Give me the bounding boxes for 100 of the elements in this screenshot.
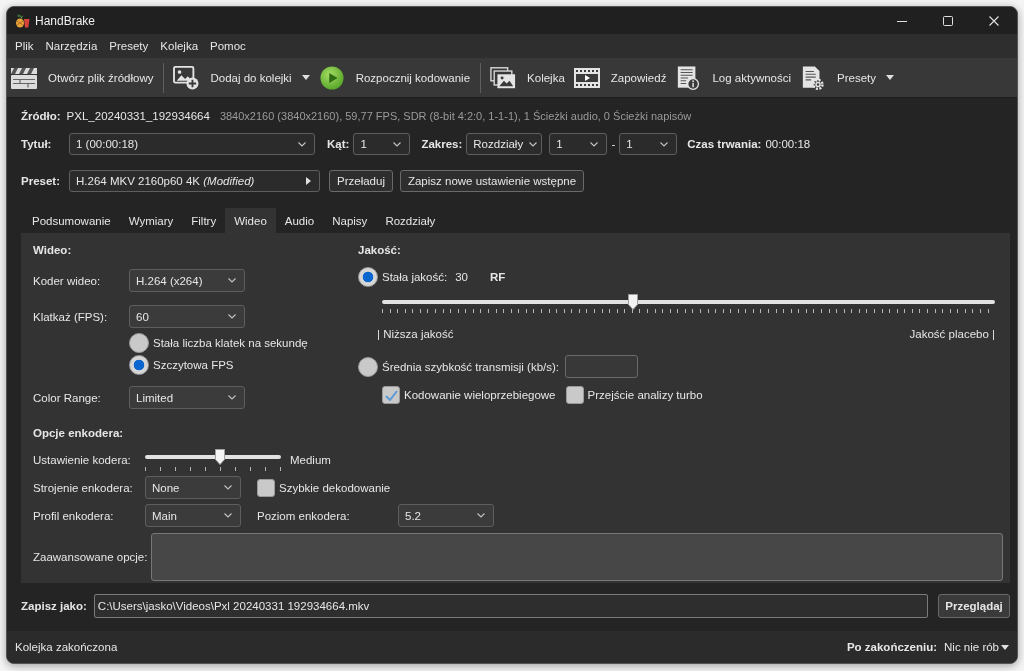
option-label: Kodowanie wieloprzebiegowe [404, 389, 556, 401]
toolbar-button[interactable]: Kolejka [486, 59, 570, 96]
toolbar-button[interactable]: Rozpocznij kodowanie [314, 59, 476, 96]
caret-down-icon [1001, 644, 1009, 650]
tab[interactable]: Audio [275, 208, 324, 233]
chevron-down-icon [228, 278, 236, 283]
section-heading: Jakość: [358, 243, 402, 258]
field-label: Klatkaż (FPS): [33, 310, 109, 323]
duration-value: 00:00:18 [765, 138, 811, 150]
tab[interactable]: Wideo [225, 208, 276, 233]
chevron-down-icon [224, 513, 232, 518]
maximize-icon [943, 15, 953, 26]
slider-thumb[interactable] [628, 294, 639, 310]
menu-item[interactable]: Pomoc [204, 37, 252, 55]
preset-button[interactable]: Przeładuj [329, 170, 393, 192]
option-label: Stała liczba klatek na sekundę [153, 337, 308, 349]
field-label: Kąt: [327, 138, 350, 150]
chevron-down-icon [393, 141, 402, 147]
toolbar-button[interactable]: Log aktywności [671, 59, 797, 96]
dropdown[interactable]: Main [145, 504, 241, 527]
caret-down-icon [886, 75, 895, 80]
field-label: Tytuł: [21, 138, 53, 150]
quality-value: 30 [455, 271, 468, 283]
slider-thumb[interactable] [214, 449, 225, 465]
document-info-icon [675, 65, 702, 90]
option-label: Stała jakość: [382, 271, 448, 283]
chevron-down-icon [529, 141, 538, 147]
clapperboard-icon [11, 65, 37, 90]
document-gear-icon [800, 65, 827, 90]
field-label: Poziom enkodera: [257, 509, 351, 522]
dropdown[interactable]: 60 [129, 305, 245, 328]
dropdown[interactable]: 1 [619, 133, 678, 155]
triangle-right-icon [306, 177, 311, 185]
field-label: Po zakończeniu: [846, 641, 938, 653]
source-name: PXL_20240331_192934664 [66, 110, 210, 122]
radio-button[interactable] [129, 333, 149, 353]
option-label: Przejście analizy turbo [587, 389, 703, 401]
menu-item[interactable]: Presety [103, 37, 155, 55]
dropdown[interactable]: 1 [549, 133, 608, 155]
caret-down-icon [301, 75, 310, 80]
chevron-down-icon [590, 141, 599, 147]
radio-button[interactable] [129, 355, 149, 375]
window-title: HandBrake [35, 13, 96, 28]
advanced-options-field[interactable] [151, 533, 1003, 581]
field-label: Źródło: [21, 110, 61, 122]
field-label: Koder wideo: [33, 274, 102, 287]
dropdown[interactable]: H.264 (x264) [129, 269, 245, 292]
field-label: Zapisz jako: [21, 600, 87, 612]
tab[interactable]: Filtry [182, 208, 226, 233]
chevron-down-icon [477, 513, 485, 518]
tab[interactable]: Napisy [323, 208, 377, 233]
tab[interactable]: Podsumowanie [23, 208, 120, 233]
checkmark-icon [384, 389, 398, 401]
chevron-down-icon [660, 141, 669, 147]
film-play-icon [573, 65, 600, 90]
scale-label: | Niższa jakość [377, 328, 454, 342]
menu-item[interactable]: Narzędzia [39, 37, 104, 55]
tab[interactable]: Wymiary [119, 208, 183, 233]
preset-selector[interactable]: H.264 MKV 2160p60 4K (Modified) [69, 170, 320, 192]
quality-unit: RF [490, 271, 506, 283]
preset-button[interactable]: Zapisz nowe ustawienie wstępne [399, 170, 585, 192]
field-label: Strojenie enkodera: [33, 481, 134, 494]
toolbar-button[interactable]: Otwórz plik źródłowy [7, 59, 159, 96]
field-label: Preset: [21, 175, 61, 187]
status-text: Kolejka zakończona [15, 641, 118, 653]
radio-button[interactable] [358, 356, 378, 377]
field-label: Czas trwania: [687, 138, 762, 150]
preset-value: Medium [290, 454, 331, 466]
checkbox[interactable] [565, 386, 584, 404]
output-path-field[interactable]: C:\Users\jasko\Videos\Pxl 20240331 192934664.mkv [93, 594, 928, 618]
chevron-down-icon [298, 141, 306, 147]
scale-label: Jakość placebo | [909, 328, 995, 342]
field-label: Color Range: [33, 391, 102, 404]
dropdown[interactable]: 1 [353, 133, 411, 155]
toolbar-button[interactable]: Zapowiedź [569, 59, 672, 96]
tab[interactable]: Rozdziały [376, 208, 445, 233]
dropdown[interactable]: Limited [129, 386, 245, 409]
checkbox[interactable] [257, 478, 275, 497]
option-label: Szybkie dekodowanie [279, 481, 391, 494]
range-separator: - [610, 138, 617, 150]
chevron-down-icon [228, 395, 236, 400]
toolbar-button[interactable]: Presety [796, 59, 900, 96]
after-completion-dropdown[interactable]: Nic nie rób [944, 641, 1009, 653]
chevron-down-icon [224, 485, 232, 490]
bitrate-field[interactable] [565, 355, 639, 378]
dropdown[interactable]: Rozdziały [466, 133, 543, 155]
menu-item[interactable]: Plik [9, 37, 40, 55]
option-label: Szczytowa FPS [153, 359, 234, 371]
section-heading: Wideo: [33, 243, 73, 258]
radio-button[interactable] [358, 267, 378, 287]
dropdown[interactable]: 1 (00:00:18) [69, 133, 315, 155]
toolbar-button[interactable]: Dodaj do kolejki [169, 59, 315, 96]
image-add-icon [173, 65, 200, 90]
app-icon [14, 13, 30, 28]
checkbox[interactable] [382, 386, 400, 404]
dropdown[interactable]: 5.2 [398, 504, 494, 527]
browse-button[interactable]: Przeglądaj [938, 594, 1010, 618]
option-label: Średnia szybkość transmisji (kb/s): [382, 360, 560, 373]
dropdown[interactable]: None [145, 476, 241, 499]
menu-item[interactable]: Kolejka [154, 37, 205, 55]
